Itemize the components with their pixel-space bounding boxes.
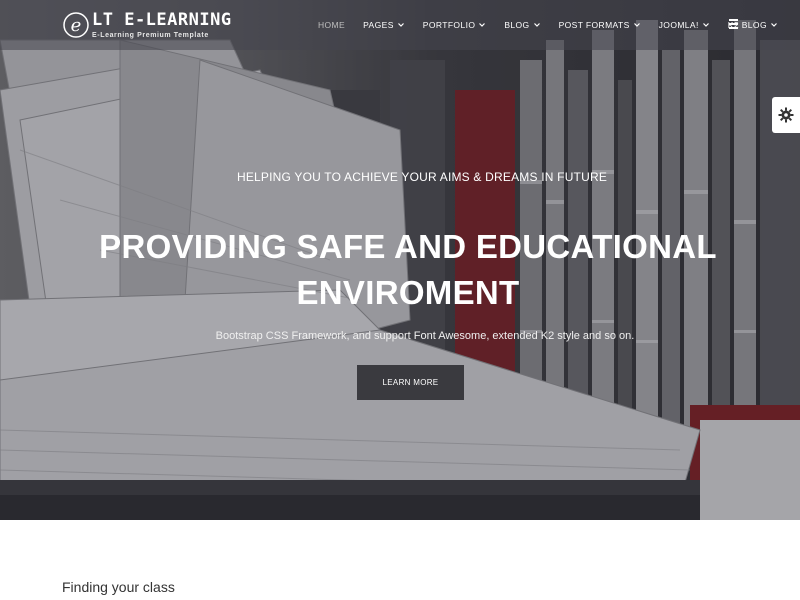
logo-title: LT E-LEARNING bbox=[92, 10, 232, 30]
gear-icon bbox=[778, 107, 794, 123]
main-navigation: HOME PAGES PORTFOLIO BLOG POST FORMATS J… bbox=[318, 0, 796, 50]
section-heading: Finding your class bbox=[62, 579, 175, 595]
site-logo[interactable]: e LT E-LEARNING E-Learning Premium Templ… bbox=[62, 8, 231, 44]
hero-title: PROVIDING SAFE AND EDUCATIONAL ENVIROMEN… bbox=[0, 224, 800, 316]
nav-item-blog[interactable]: BLOG bbox=[504, 20, 540, 30]
hero-subtitle: HELPING YOU TO ACHIEVE YOUR AIMS & DREAM… bbox=[236, 170, 608, 184]
hamburger-menu-icon[interactable] bbox=[729, 19, 739, 31]
nav-item-post-formats[interactable]: POST FORMATS bbox=[559, 20, 641, 30]
hero-title-line-2: ENVIROMENT bbox=[296, 274, 520, 311]
hero-description: Bootstrap CSS Framework, and support Fon… bbox=[215, 330, 635, 342]
hero-banner: e LT E-LEARNING E-Learning Premium Templ… bbox=[0, 0, 800, 520]
logo-subtitle: E-Learning Premium Template bbox=[92, 32, 209, 39]
nav-item-joomla[interactable]: JOOMLA! bbox=[659, 20, 710, 30]
settings-toggle[interactable] bbox=[772, 97, 800, 133]
nav-item-home[interactable]: HOME bbox=[318, 20, 345, 30]
svg-text:e: e bbox=[71, 15, 82, 36]
chevron-down-icon bbox=[397, 23, 404, 27]
nav-item-pages[interactable]: PAGES bbox=[363, 20, 405, 30]
chevron-down-icon bbox=[533, 23, 540, 27]
chevron-down-icon bbox=[702, 23, 709, 27]
learn-more-button[interactable]: LEARN MORE bbox=[357, 365, 464, 400]
chevron-down-icon bbox=[771, 23, 777, 27]
logo-mark-icon: e bbox=[63, 12, 89, 38]
chevron-down-icon bbox=[633, 23, 640, 27]
hero-title-line-1: PROVIDING SAFE AND EDUCATIONAL bbox=[99, 228, 717, 265]
chevron-down-icon bbox=[479, 23, 486, 27]
site-header: e LT E-LEARNING E-Learning Premium Templ… bbox=[0, 0, 800, 50]
nav-item-portfolio[interactable]: PORTFOLIO bbox=[423, 20, 487, 30]
